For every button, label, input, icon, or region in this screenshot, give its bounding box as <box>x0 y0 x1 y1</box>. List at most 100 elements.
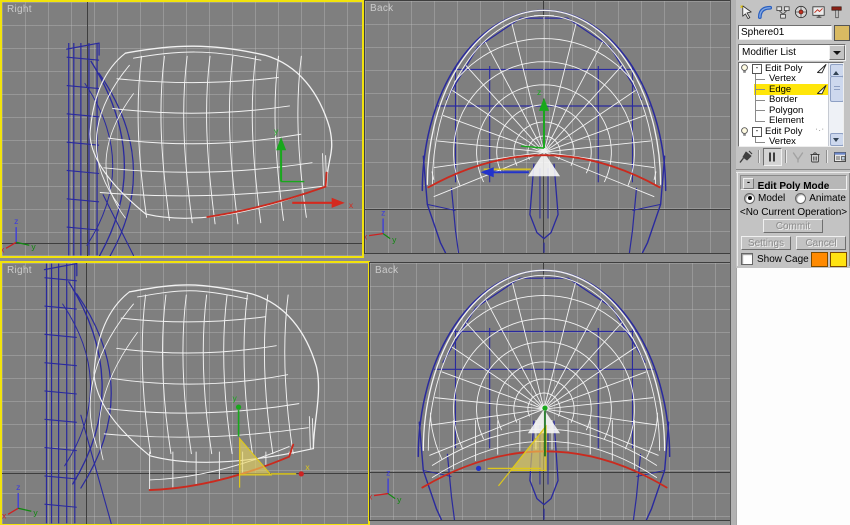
expand-collapse-box[interactable]: - <box>752 64 762 74</box>
stack-item-edit-poly[interactable]: - Edit Poly <box>739 63 829 74</box>
stack-item-label: Element <box>769 115 804 126</box>
animate-radio-label: Animate <box>809 192 846 204</box>
make-unique-button[interactable] <box>790 149 807 165</box>
wireframe-scene-right-view: x y z x y <box>2 263 320 524</box>
toolbar-separator <box>757 150 760 163</box>
panel-blank-area <box>736 268 850 525</box>
dropdown-arrow-button[interactable] <box>829 45 845 60</box>
modifier-on-lightbulb-icon[interactable] <box>740 63 749 74</box>
stack-item-label: Edit Poly <box>765 62 803 74</box>
cage-color-swatch-2[interactable] <box>830 251 847 267</box>
toolbar-separator <box>784 150 787 163</box>
animate-radio[interactable]: Animate <box>795 192 846 204</box>
svg-text:z: z <box>386 467 390 477</box>
command-panel: Modifier List -Edit PolyVertexEdgeBorder… <box>736 0 850 268</box>
remove-modifier-icon <box>810 151 820 162</box>
svg-text:x: x <box>370 492 373 502</box>
rollout-title: Edit Poly Mode <box>757 181 830 192</box>
svg-text:z: z <box>537 87 541 97</box>
sub-object-arrow-icon <box>817 85 827 95</box>
stack-item-polygon[interactable]: Polygon <box>739 105 829 116</box>
scrollbar-down-button[interactable] <box>829 132 843 146</box>
scrollbar-up-button[interactable] <box>829 63 843 77</box>
scrollbar-thumb[interactable] <box>829 76 843 102</box>
svg-text:y: y <box>392 235 397 245</box>
viewport-bottom-right-back-view[interactable]: z x y Back <box>369 262 732 521</box>
hierarchy-tab-icon <box>776 5 790 18</box>
model-radio-circle[interactable] <box>744 192 755 204</box>
stack-item-label: Vertex <box>769 73 796 84</box>
svg-text:z: z <box>14 216 18 226</box>
cancel-button[interactable]: Cancel <box>796 236 846 250</box>
modifier-list-dropdown[interactable]: Modifier List <box>738 44 846 61</box>
svg-text:z: z <box>16 482 20 492</box>
viewport-top-right-back-view[interactable]: z z x y Back <box>364 0 732 254</box>
object-color-swatch[interactable] <box>834 25 850 41</box>
edit-poly-mode-rollout: - Edit Poly Mode Model Animate <No Curre… <box>737 173 850 267</box>
stack-item-label: Polygon <box>769 104 804 116</box>
stack-item-element[interactable]: Element <box>739 115 829 126</box>
stack-item-vertex[interactable]: Vertex <box>739 136 829 146</box>
show-cage-row: Show Cage <box>741 251 847 267</box>
svg-text:x: x <box>365 232 368 242</box>
object-name-field[interactable] <box>738 25 832 40</box>
animate-radio-circle[interactable] <box>795 192 807 204</box>
svg-text:x: x <box>2 244 5 254</box>
pin-stack-icon <box>739 150 753 163</box>
commit-button[interactable]: Commit <box>763 219 823 233</box>
create-tab-icon <box>740 4 752 19</box>
stack-item-label: Edit Poly <box>765 125 803 137</box>
expand-collapse-box[interactable]: - <box>752 127 762 137</box>
tab-utilities[interactable] <box>828 2 846 21</box>
show-end-result-button[interactable] <box>762 147 782 166</box>
mode-radio-group: Model Animate <box>744 192 847 204</box>
display-tab-icon <box>812 5 825 18</box>
svg-text:y: y <box>33 507 38 517</box>
stack-item-border[interactable]: Border <box>739 94 829 105</box>
settings-button[interactable]: Settings <box>741 236 791 250</box>
stack-item-label: Border <box>769 94 798 105</box>
stack-item-edit-poly[interactable]: - Edit Poly ·.· <box>739 126 829 137</box>
svg-text:x: x <box>2 510 7 520</box>
stack-item-edge[interactable]: Edge <box>739 84 829 95</box>
svg-text:y: y <box>397 495 402 505</box>
tab-modify[interactable] <box>756 2 774 21</box>
cage-color-swatch-1[interactable] <box>811 251 828 267</box>
modifier-list-label: Modifier List <box>742 46 796 58</box>
make-unique-icon <box>792 151 804 162</box>
stack-item-dots: ·.· <box>815 126 825 133</box>
wireframe-scene-back-view: z x y <box>370 269 671 520</box>
max-ui-root: y x z x y Right z z x y Back x y z x y Right z x y Ba… <box>0 0 850 525</box>
modifier-stack-toolbar <box>738 147 848 166</box>
configure-modifier-sets-button[interactable] <box>831 149 848 165</box>
viewport-top-left-right-view[interactable]: y x z x y Right <box>0 0 364 258</box>
pin-stack-button[interactable] <box>738 149 755 165</box>
model-radio-label: Model <box>758 192 786 204</box>
modifier-stack-list: - Edit Poly Vertex Edge Border Polygon Element… <box>738 62 844 147</box>
object-name-row <box>738 25 850 41</box>
viewport-bottom-left-right-view[interactable]: x y z x y Right <box>0 261 370 525</box>
rollout-collapse-button[interactable]: - <box>743 177 754 189</box>
tab-hierarchy[interactable] <box>774 2 792 21</box>
stack-scrollbar[interactable] <box>828 63 843 146</box>
svg-text:x: x <box>305 462 310 472</box>
tab-create[interactable] <box>738 2 756 21</box>
show-end-result-icon <box>769 152 776 161</box>
show-cage-checkbox[interactable] <box>741 253 753 265</box>
tab-display[interactable] <box>810 2 828 21</box>
svg-text:x: x <box>349 200 354 210</box>
stack-item-label: Edge <box>769 83 792 95</box>
viewport-label: Right <box>7 4 32 15</box>
remove-modifier-button[interactable] <box>806 149 823 165</box>
viewport-label: Right <box>7 265 32 276</box>
model-radio[interactable]: Model <box>744 192 785 204</box>
stack-item-vertex[interactable]: Vertex <box>739 73 829 84</box>
tab-motion[interactable] <box>792 2 810 21</box>
viewport-label: Back <box>375 265 399 276</box>
viewport-label: Back <box>370 3 394 14</box>
sub-object-arrow-icon <box>817 64 827 74</box>
svg-text:y: y <box>233 393 238 403</box>
rollout-header[interactable]: - Edit Poly Mode <box>740 175 847 192</box>
wireframe-scene-right-view: y x z x y <box>2 42 354 256</box>
modifier-on-lightbulb-icon[interactable] <box>740 126 749 137</box>
